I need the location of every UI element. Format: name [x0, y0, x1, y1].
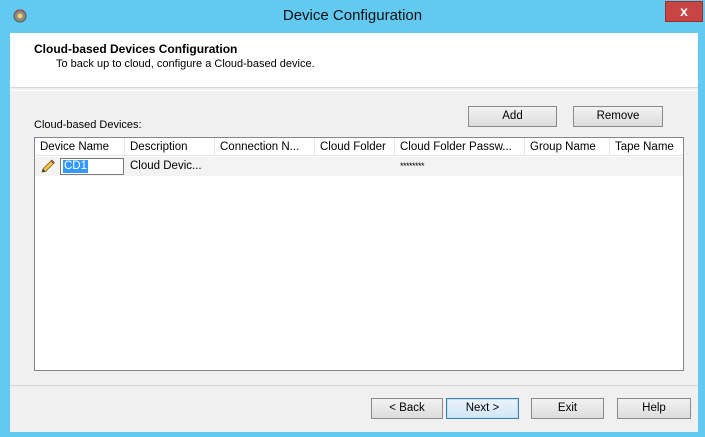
column-cloud-folder-password[interactable]: Cloud Folder Passw... — [395, 138, 525, 156]
group-name-cell — [525, 157, 610, 176]
window-title: Device Configuration — [282, 7, 423, 24]
column-tape-name[interactable]: Tape Name — [610, 138, 683, 156]
column-group-name[interactable]: Group Name — [525, 138, 610, 156]
close-button[interactable]: x — [665, 1, 703, 22]
close-icon: x — [680, 3, 688, 19]
device-name-edit-field[interactable]: CD1 — [60, 158, 124, 175]
column-device-name[interactable]: Device Name — [35, 138, 125, 156]
devices-list[interactable]: Device Name Description Connection N... … — [34, 137, 684, 371]
exit-button[interactable]: Exit — [531, 398, 604, 419]
header-panel: Cloud-based Devices Configuration To bac… — [10, 33, 698, 88]
dialog-client-area: Cloud-based Devices Configuration To bac… — [10, 33, 698, 432]
pencil-icon — [40, 159, 56, 174]
list-header: Device Name Description Connection N... … — [35, 138, 683, 156]
device-name-value: CD1 — [63, 160, 89, 173]
title-bar[interactable]: Device Configuration x — [0, 0, 705, 32]
table-row[interactable]: CD1 Cloud Devic... ******** — [35, 157, 683, 176]
next-button[interactable]: Next > — [446, 398, 519, 419]
help-button[interactable]: Help — [617, 398, 691, 419]
devices-label: Cloud-based Devices: — [34, 119, 142, 131]
column-connection-name[interactable]: Connection N... — [215, 138, 315, 156]
connection-cell — [215, 157, 315, 176]
column-cloud-folder[interactable]: Cloud Folder — [315, 138, 395, 156]
page-subtitle: To back up to cloud, configure a Cloud-b… — [56, 58, 315, 70]
page-title: Cloud-based Devices Configuration — [34, 42, 238, 56]
add-button[interactable]: Add — [468, 106, 557, 127]
cloud-folder-cell — [315, 157, 395, 176]
footer-divider — [10, 385, 698, 386]
tape-name-cell — [610, 157, 683, 176]
back-button[interactable]: < Back — [371, 398, 443, 419]
column-description[interactable]: Description — [125, 138, 215, 156]
header-divider — [10, 90, 698, 91]
remove-button[interactable]: Remove — [573, 106, 663, 127]
dialog-window: Device Configuration x Cloud-based Devic… — [0, 0, 705, 437]
description-cell: Cloud Devic... — [130, 160, 202, 172]
password-cell: ******** — [400, 161, 425, 171]
